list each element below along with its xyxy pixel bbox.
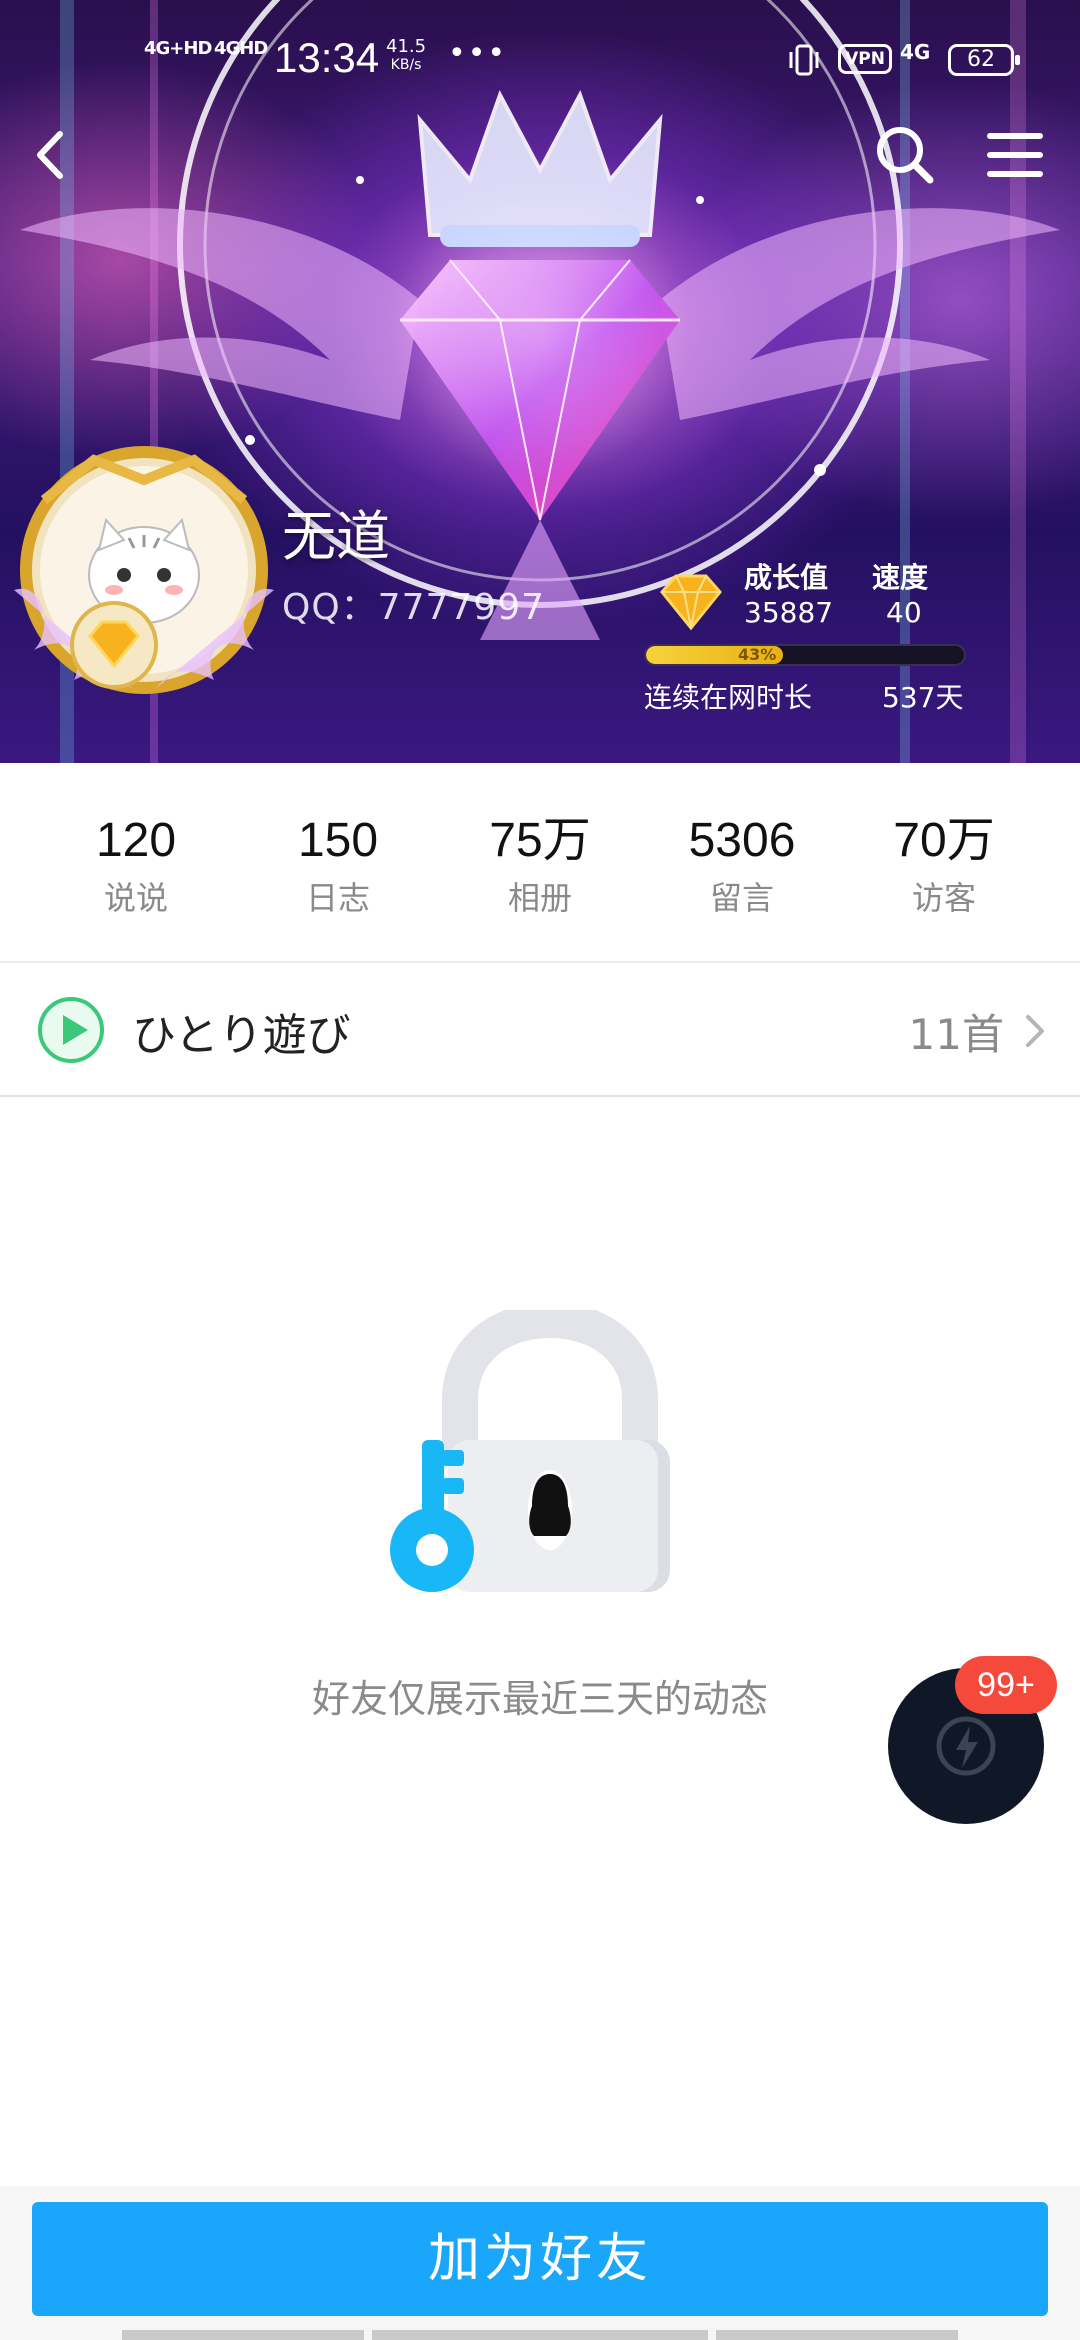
play-icon[interactable] bbox=[36, 995, 106, 1065]
menu-icon[interactable] bbox=[980, 120, 1050, 190]
vpn-indicator: VPN bbox=[838, 44, 892, 74]
music-count: 11首 bbox=[908, 1010, 1004, 1059]
stat-messages[interactable]: 5306 留言 bbox=[642, 813, 842, 919]
chevron-right-icon bbox=[1026, 1015, 1044, 1047]
status-bar: 4G+HD 4GHD 13:34 41.5 KB/s ••• VPN 4G 62 bbox=[0, 0, 1080, 120]
stat-visitors[interactable]: 70万 访客 bbox=[844, 813, 1044, 919]
speed-label: 速度 bbox=[872, 561, 929, 594]
growth-label: 成长值 bbox=[744, 561, 829, 594]
back-icon[interactable] bbox=[18, 120, 88, 190]
add-friend-button[interactable]: 加为好友 bbox=[32, 2202, 1048, 2316]
qq-number: QQ：7777997 bbox=[282, 587, 546, 628]
online-duration-label: 连续在网时长 bbox=[644, 681, 813, 714]
speed-value: 40 bbox=[886, 596, 922, 629]
system-nav-indicator bbox=[122, 2330, 364, 2340]
battery-indicator: 62 bbox=[948, 44, 1020, 76]
stat-value: 150 bbox=[297, 814, 379, 867]
clock: 13:34 bbox=[274, 34, 380, 81]
search-icon[interactable] bbox=[870, 120, 940, 190]
lock-illustration bbox=[390, 1310, 670, 1592]
stat-label: 访客 bbox=[911, 879, 976, 917]
network-indicator-1: 4G+HD bbox=[144, 38, 212, 59]
diamond-icon bbox=[660, 574, 722, 631]
lightning-chat-icon bbox=[936, 1716, 996, 1776]
notification-badge: 99+ bbox=[955, 1656, 1057, 1714]
more-notifications-icon: ••• bbox=[448, 36, 508, 71]
network-indicator-2: 4GHD bbox=[214, 38, 268, 59]
stat-value: 120 bbox=[95, 814, 177, 867]
vibrate-icon bbox=[789, 44, 819, 76]
cover-image[interactable]: 4G+HD 4GHD 13:34 41.5 KB/s ••• VPN 4G 62 bbox=[0, 0, 1080, 763]
network-speed-unit: KB/s bbox=[390, 57, 422, 73]
level-progress-text: 43% bbox=[738, 645, 777, 664]
nickname: 无道 bbox=[282, 505, 390, 568]
stat-blog[interactable]: 150 日志 bbox=[238, 813, 438, 919]
system-nav-indicator bbox=[372, 2330, 708, 2340]
stat-label: 说说 bbox=[103, 879, 168, 917]
stats-bar: 120 说说 150 日志 75万 相册 5306 留言 70万 访客 bbox=[0, 763, 1080, 963]
music-title: ひとり遊び bbox=[132, 1010, 351, 1061]
stat-value: 70万 bbox=[893, 814, 995, 867]
stat-label: 相册 bbox=[507, 879, 572, 917]
network-indicator-3: 4G bbox=[900, 40, 931, 64]
stat-value: 5306 bbox=[688, 814, 796, 867]
growth-value: 35887 bbox=[744, 596, 834, 629]
stat-label: 日志 bbox=[305, 879, 370, 917]
network-speed: 41.5 KB/s bbox=[386, 38, 426, 74]
profile-page: 4G+HD 4GHD 13:34 41.5 KB/s ••• VPN 4G 62 bbox=[0, 0, 1080, 2340]
stat-album[interactable]: 75万 相册 bbox=[440, 813, 640, 919]
music-row[interactable]: ひとり遊び 11首 bbox=[0, 965, 1080, 1097]
stat-label: 留言 bbox=[709, 879, 774, 917]
system-nav-indicator bbox=[716, 2330, 958, 2340]
stat-value: 75万 bbox=[489, 814, 591, 867]
avatar[interactable] bbox=[14, 440, 274, 700]
level-progress-bar: 43% bbox=[644, 644, 966, 666]
online-duration-value: 537天 bbox=[882, 681, 964, 714]
network-speed-value: 41.5 bbox=[386, 36, 427, 57]
stat-shuoshuo[interactable]: 120 说说 bbox=[36, 813, 236, 919]
